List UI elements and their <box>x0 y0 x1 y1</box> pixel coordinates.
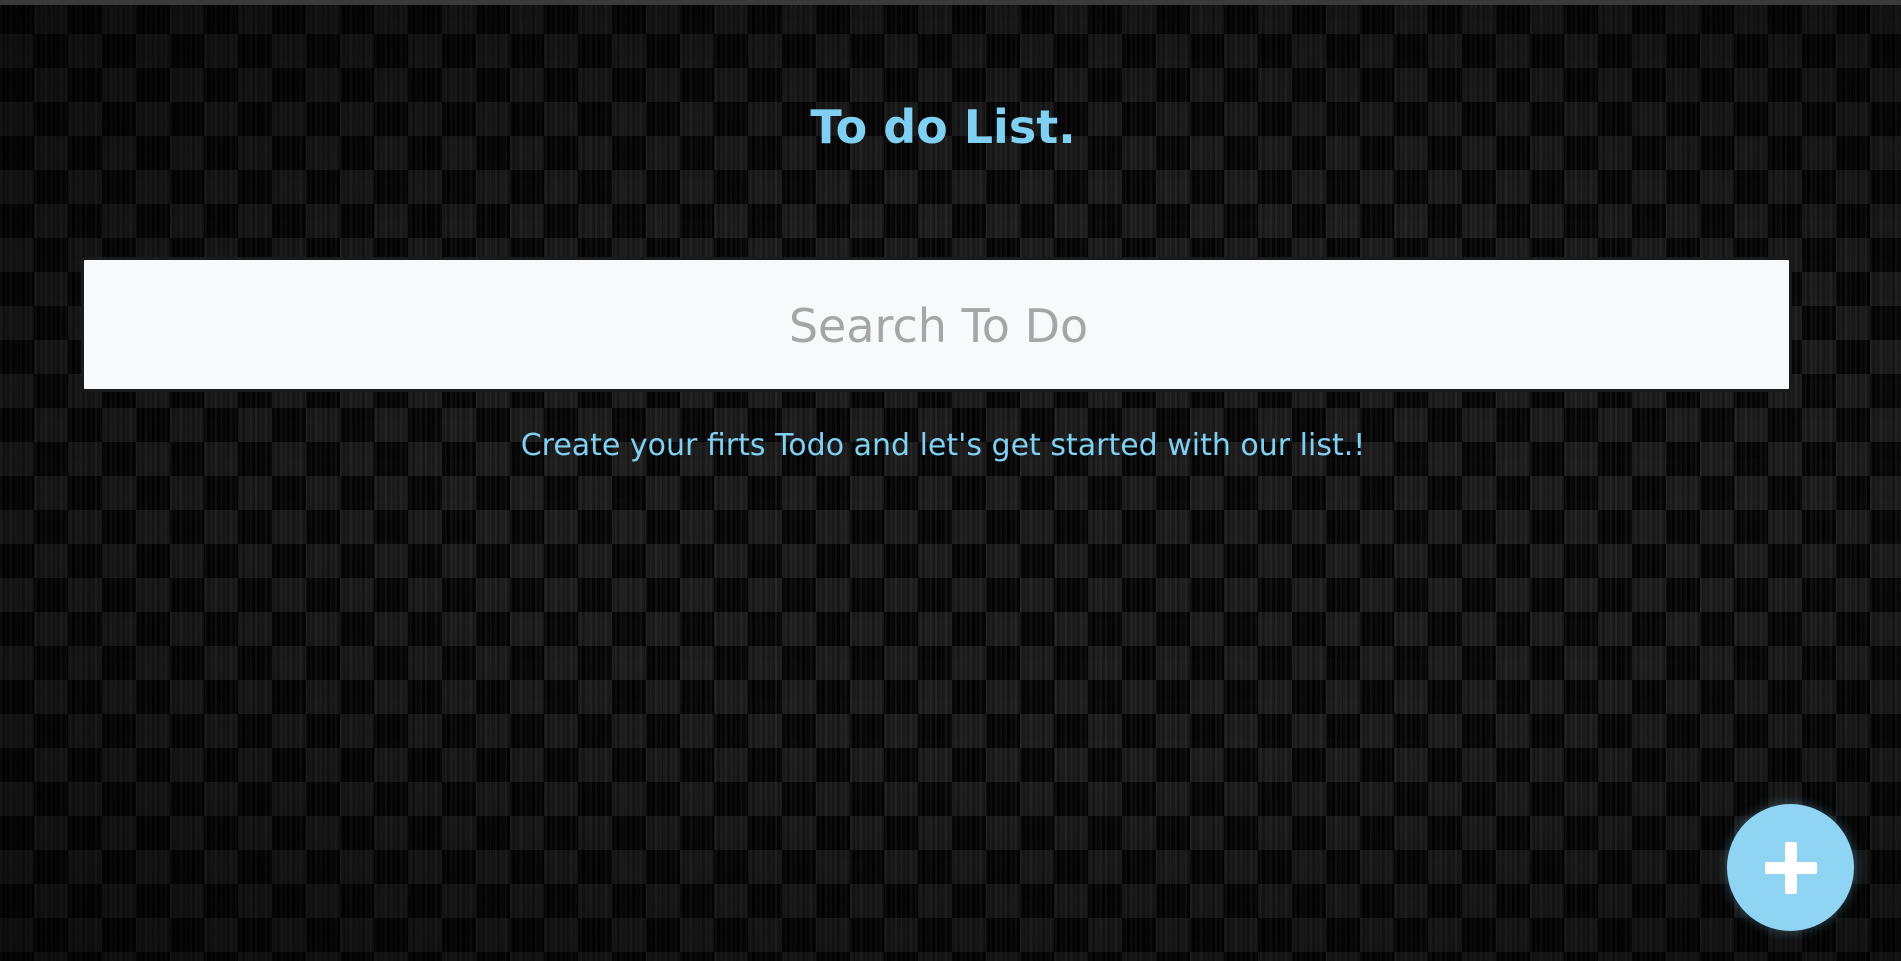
search-box <box>81 257 1793 392</box>
empty-state-message: Create your firts Todo and let's get sta… <box>520 428 1366 463</box>
add-todo-button[interactable] <box>1727 804 1854 931</box>
search-input[interactable] <box>84 260 1793 391</box>
top-border <box>0 0 1901 5</box>
page-title: To do List. <box>810 100 1076 154</box>
plus-icon <box>1764 841 1817 894</box>
